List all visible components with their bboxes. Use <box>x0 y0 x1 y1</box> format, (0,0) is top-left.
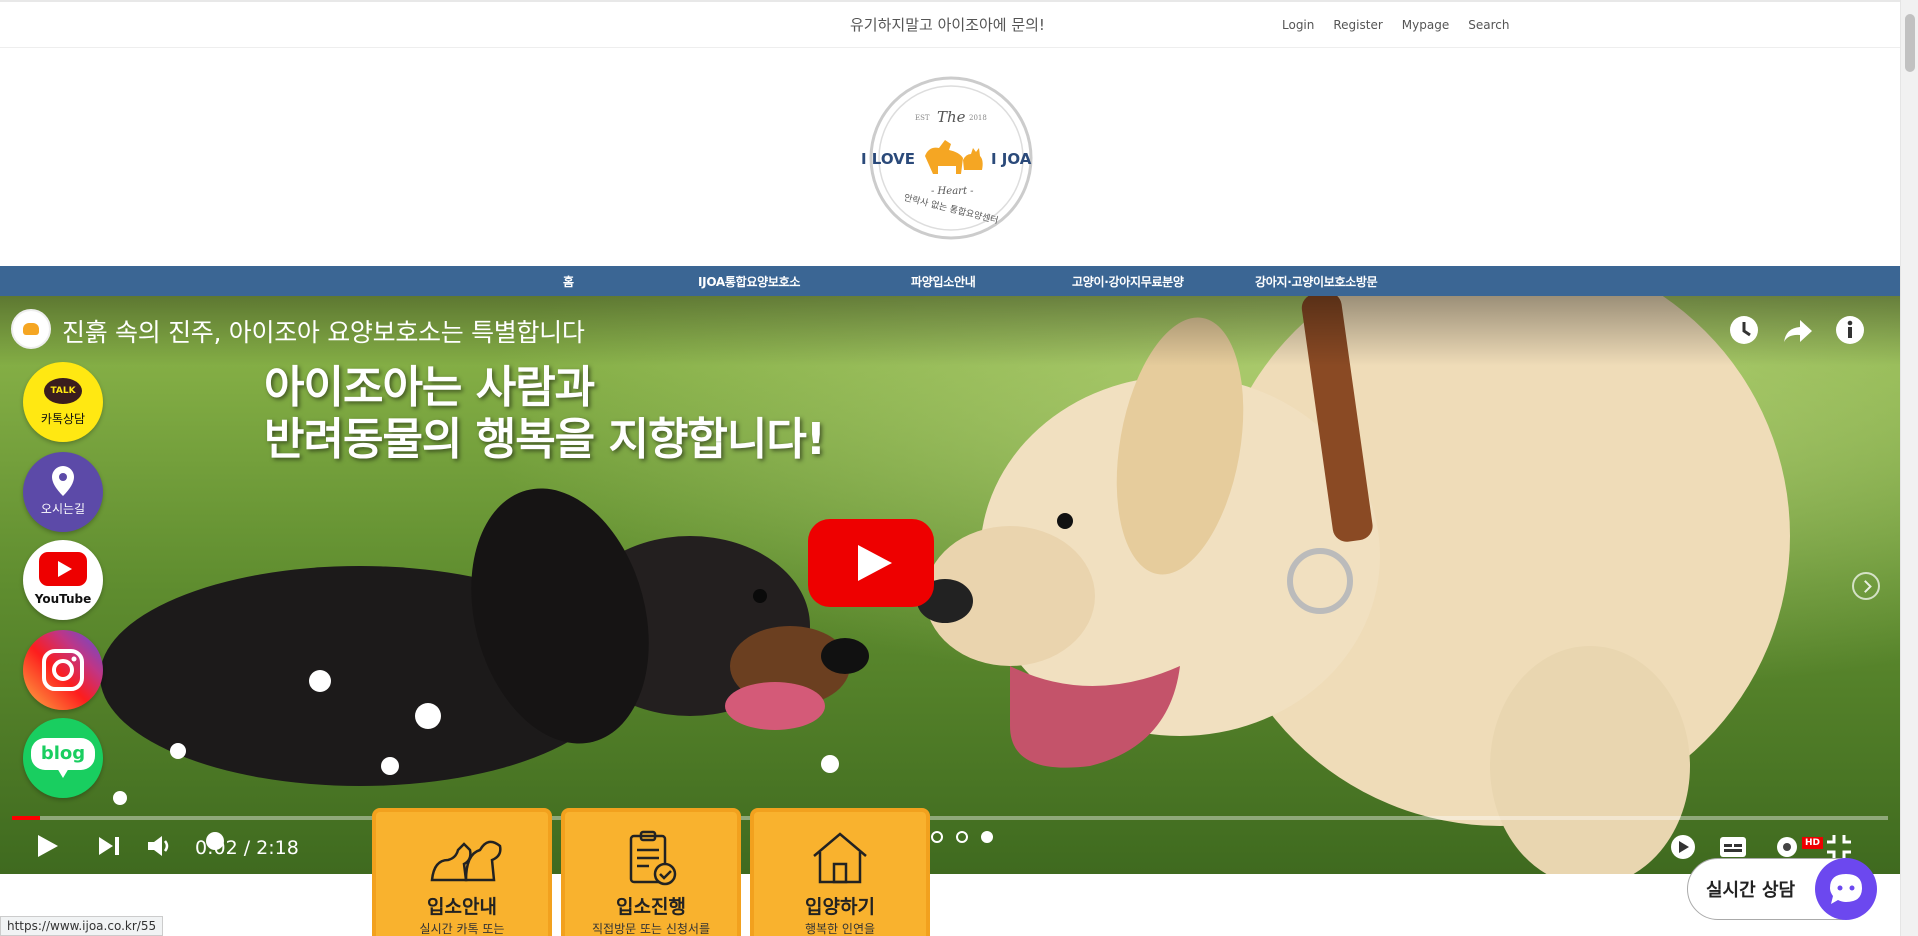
dog-cat-icon <box>430 840 502 882</box>
share-icon[interactable] <box>1782 314 1814 346</box>
card-desc: 직접방문 또는 신청서를 <box>591 922 711 936</box>
blog-label: blog <box>40 743 86 764</box>
svg-text:I JOA: I JOA <box>991 150 1032 168</box>
next-slide-arrow[interactable] <box>1852 572 1880 600</box>
card-title: 입양하기 <box>805 896 875 918</box>
svg-text:2018: 2018 <box>969 114 987 122</box>
slider-dot-1[interactable] <box>931 831 943 843</box>
channel-avatar[interactable] <box>11 309 51 349</box>
youtube-logo-icon[interactable] <box>1668 832 1698 862</box>
card-admission-process[interactable]: 입소진행 직접방문 또는 신청서를 <box>561 808 741 936</box>
kakao-talk-button[interactable]: TALK 카톡상담 <box>23 362 103 442</box>
page-scrollbar[interactable] <box>1900 0 1918 936</box>
card-desc: 실시간 카톡 또는 <box>419 922 505 936</box>
nav-free-adoption[interactable]: 고양이·강아지무료분양 <box>1072 273 1184 290</box>
location-pin-icon <box>52 466 74 496</box>
youtube-channel-button[interactable]: YouTube <box>23 540 103 620</box>
svg-text:I LOVE: I LOVE <box>861 150 915 168</box>
register-link[interactable]: Register <box>1333 18 1382 32</box>
house-icon <box>813 832 867 884</box>
card-admission-guide[interactable]: 입소안내 실시간 카톡 또는 <box>372 808 552 936</box>
talk-bubble-icon: TALK <box>44 378 82 404</box>
card-title: 입소안내 <box>427 896 497 918</box>
play-icon[interactable] <box>34 832 60 860</box>
watch-later-icon[interactable] <box>1728 314 1760 346</box>
talk-label: 카톡상담 <box>40 412 86 426</box>
instagram-icon <box>42 649 84 691</box>
location-button[interactable]: 오시는길 <box>23 452 103 532</box>
next-video-icon[interactable] <box>96 832 122 860</box>
slider-dot-2[interactable] <box>956 831 968 843</box>
page: 유기하지말고 아이조아에 문의! Login Register Mypage S… <box>0 0 1918 936</box>
video-title[interactable]: 진흙 속의 진주, 아이조아 요양보호소는 특별합니다 <box>62 313 585 349</box>
info-icon[interactable] <box>1834 314 1866 346</box>
video-progress-bar[interactable] <box>12 816 1888 820</box>
volume-icon[interactable] <box>145 832 173 860</box>
top-notice: 유기하지말고 아이조아에 문의! <box>850 16 1045 34</box>
top-links: Login Register Mypage Search <box>1282 18 1509 32</box>
youtube-video-player[interactable]: 진흙 속의 진주, 아이조아 요양보호소는 특별합니다 아이조아는 사람과 반려… <box>0 296 1900 874</box>
browser-status-bar: https://www.ijoa.co.kr/55 <box>0 916 164 936</box>
card-title: 입소진행 <box>616 896 686 918</box>
slider-dot-3[interactable] <box>981 831 993 843</box>
youtube-play-button[interactable] <box>808 519 934 607</box>
nav-shelter-visit[interactable]: 강아지·고양이보호소방문 <box>1255 273 1378 290</box>
search-link[interactable]: Search <box>1468 18 1509 32</box>
hd-badge: HD <box>1802 837 1824 849</box>
site-logo[interactable]: EST The 2018 I LOVE I JOA - Heart - 안락사 … <box>857 74 1045 242</box>
scrollbar-thumb[interactable] <box>1905 14 1915 72</box>
chat-bubble-icon[interactable] <box>1815 858 1877 920</box>
location-label: 오시는길 <box>40 502 86 516</box>
nav-ijoa-center[interactable]: IJOA통합요양보호소 <box>698 273 800 290</box>
login-link[interactable]: Login <box>1282 18 1314 32</box>
main-nav: 홈 IJOA통합요양보호소 파양입소안내 고양이·강아지무료분양 강아지·고양이… <box>0 266 1900 296</box>
mypage-link[interactable]: Mypage <box>1402 18 1449 32</box>
card-desc: 행복한 인연을 <box>804 922 876 936</box>
nav-surrender-guide[interactable]: 파양입소안내 <box>911 273 976 290</box>
video-timecode: 0:02 / 2:18 <box>195 837 299 859</box>
svg-text:- Heart -: - Heart - <box>931 186 974 197</box>
nav-home[interactable]: 홈 <box>563 273 574 290</box>
svg-text:EST: EST <box>915 114 930 122</box>
slider-dots <box>931 831 993 843</box>
video-progress-fill <box>12 816 41 820</box>
video-overlay-text: 아이조아는 사람과 반려동물의 행복을 지향합니다! <box>264 362 826 466</box>
blog-button[interactable]: blog <box>23 718 103 798</box>
youtube-icon <box>39 552 87 586</box>
clipboard-check-icon <box>629 830 677 886</box>
svg-text:The: The <box>937 108 966 126</box>
card-adoption[interactable]: 입양하기 행복한 인연을 <box>750 808 930 936</box>
youtube-label: YouTube <box>34 592 92 606</box>
top-bar: 유기하지말고 아이조아에 문의! Login Register Mypage S… <box>0 0 1900 48</box>
overlay-line-2: 반려동물의 행복을 지향합니다! <box>264 414 826 465</box>
live-chat-label: 실시간 상담 <box>1706 880 1796 901</box>
overlay-line-1: 아이조아는 사람과 <box>264 362 595 413</box>
instagram-button[interactable] <box>23 630 103 710</box>
